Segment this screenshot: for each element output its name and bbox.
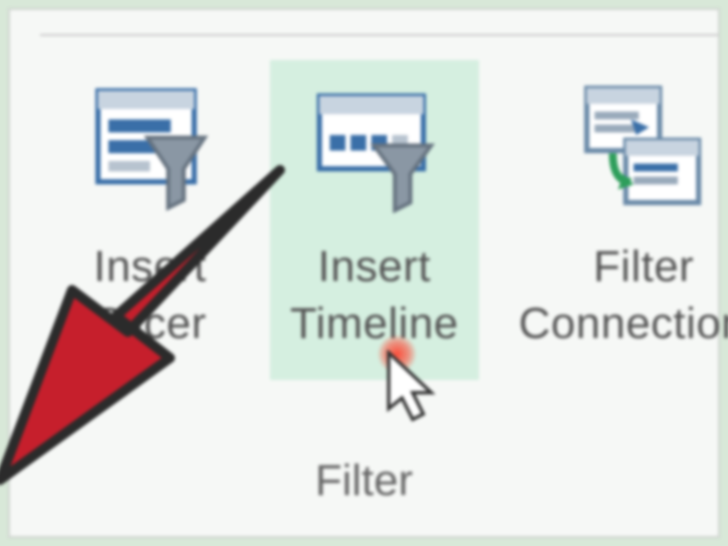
slicer-icon bbox=[75, 78, 225, 218]
ribbon-buttons-row: Insert Slicer Insert Timel bbox=[50, 60, 728, 380]
ribbon-group-label: Filter bbox=[10, 456, 718, 506]
divider bbox=[40, 34, 718, 36]
insert-timeline-button[interactable]: Insert Timeline bbox=[270, 60, 479, 380]
filter-connections-button[interactable]: Filter Connections bbox=[499, 60, 728, 380]
filter-connections-icon bbox=[569, 78, 719, 218]
ribbon-filter-group: Insert Slicer Insert Timel bbox=[8, 8, 720, 538]
insert-slicer-label: Insert Slicer bbox=[93, 238, 206, 352]
timeline-icon bbox=[299, 78, 449, 218]
filter-connections-label: Filter Connections bbox=[519, 238, 728, 352]
insert-timeline-label: Insert Timeline bbox=[290, 238, 459, 352]
insert-slicer-button[interactable]: Insert Slicer bbox=[50, 60, 250, 380]
